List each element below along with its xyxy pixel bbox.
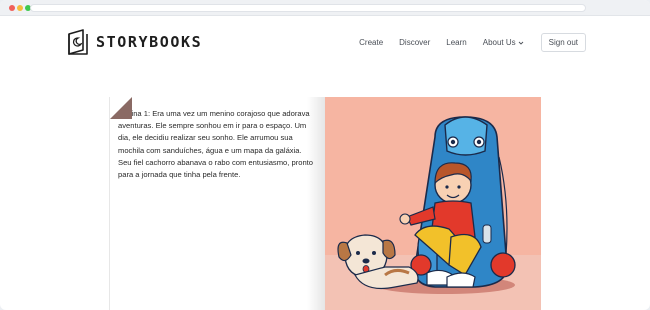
address-bar[interactable] xyxy=(30,4,586,12)
story-illustration-page xyxy=(325,97,541,310)
page-gutter-shadow xyxy=(307,97,325,310)
chevron-down-icon xyxy=(518,41,523,45)
nav-create[interactable]: Create xyxy=(359,38,383,47)
book-moon-icon xyxy=(68,29,88,55)
browser-window: STORYBOOKS Create Discover Learn About U… xyxy=(0,0,650,310)
boy-backpack-dog-illustration xyxy=(325,97,541,310)
page-curl-corner[interactable] xyxy=(110,97,132,119)
browser-chrome xyxy=(0,0,650,16)
nav-discover[interactable]: Discover xyxy=(399,38,430,47)
nav-learn[interactable]: Learn xyxy=(446,38,466,47)
brand-logo[interactable]: STORYBOOKS xyxy=(66,26,202,58)
main-nav: Create Discover Learn About Us Sign out xyxy=(359,33,586,52)
minimize-window-icon[interactable] xyxy=(17,5,23,11)
story-text-page: Página 1: Era uma vez um menino corajoso… xyxy=(109,97,325,310)
nav-about-us[interactable]: About Us xyxy=(483,38,524,47)
brand-name: STORYBOOKS xyxy=(96,33,203,51)
nav-about-us-label: About Us xyxy=(482,38,516,47)
sign-out-button[interactable]: Sign out xyxy=(540,33,586,52)
close-window-icon[interactable] xyxy=(9,5,15,11)
site-header: STORYBOOKS Create Discover Learn About U… xyxy=(0,16,650,76)
storybook-spread: Página 1: Era uma vez um menino corajoso… xyxy=(109,97,541,310)
story-page-text: Página 1: Era uma vez um menino corajoso… xyxy=(118,109,314,180)
